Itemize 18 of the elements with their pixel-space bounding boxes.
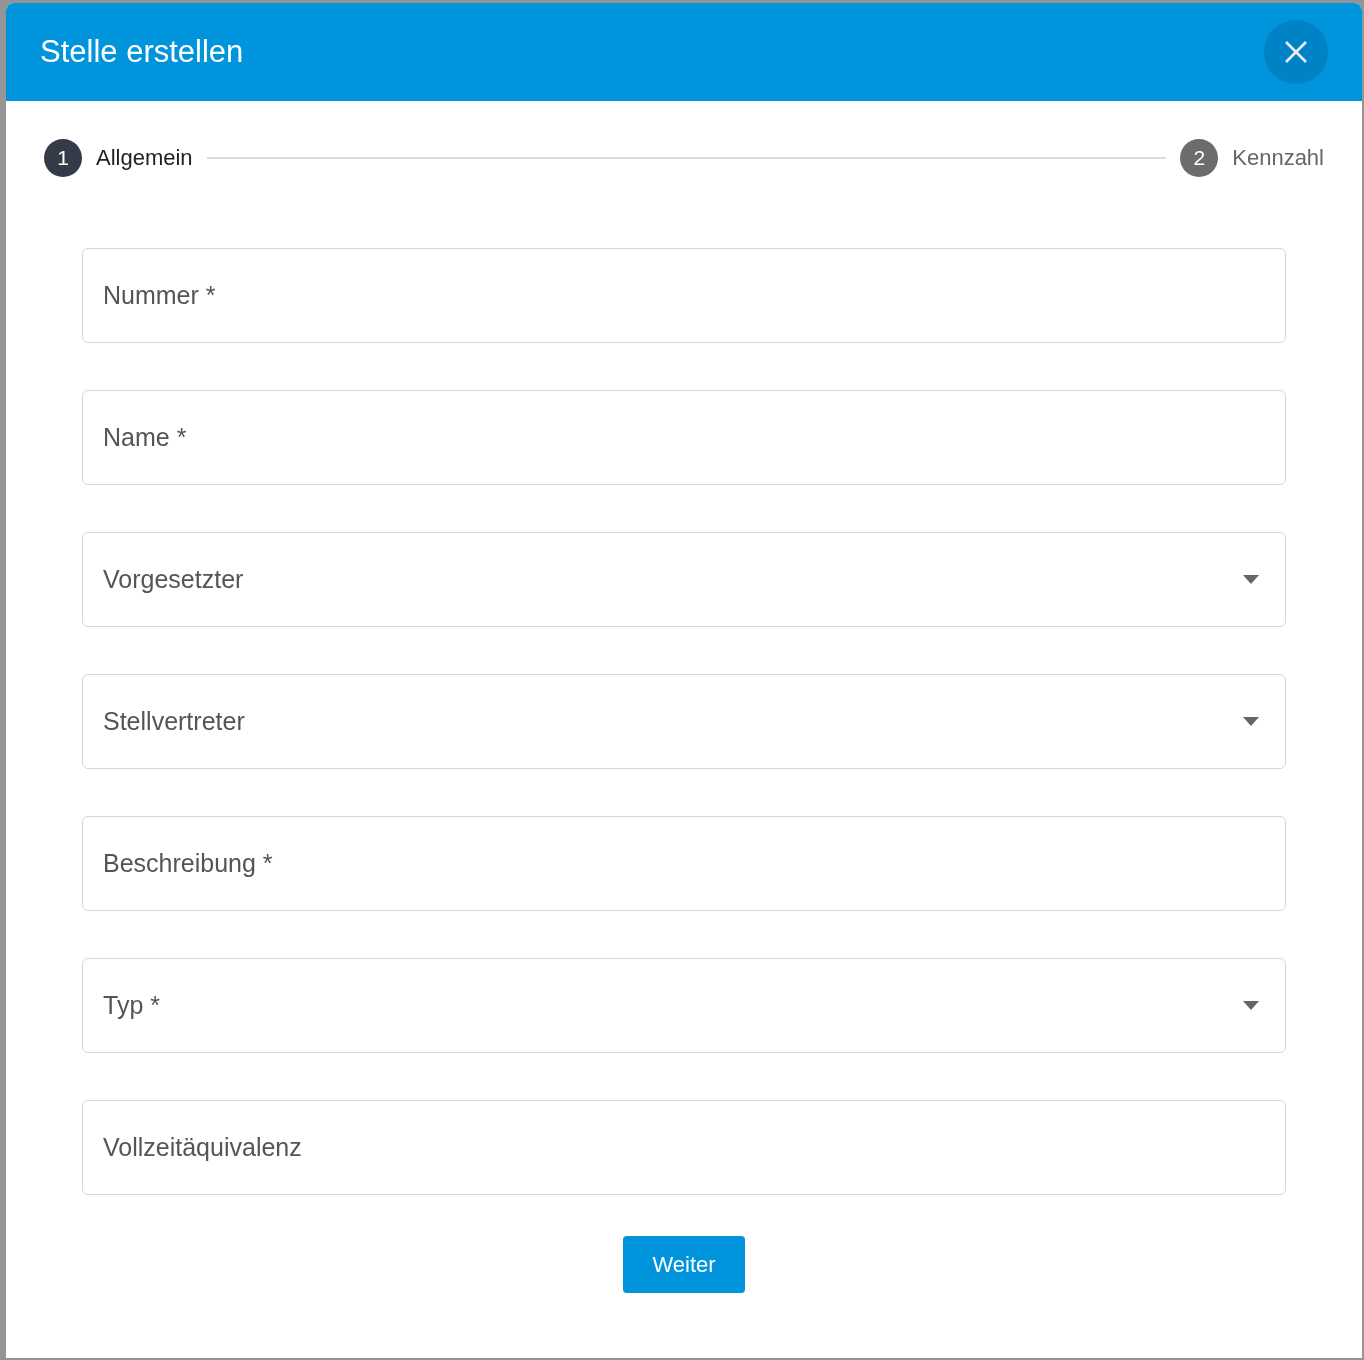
caret-icon: [1243, 717, 1259, 726]
step-number: 1: [44, 139, 82, 177]
input-field[interactable]: Beschreibung *: [82, 816, 1286, 911]
stepper-step[interactable]: 2 Kennzahl: [1180, 139, 1324, 177]
input-field[interactable]: Name *: [82, 390, 1286, 485]
close-icon: [1284, 40, 1308, 64]
dropdown[interactable]: Typ *: [82, 958, 1286, 1053]
input-field[interactable]: Vollzeitäquivalenz: [82, 1100, 1286, 1195]
stepper-step[interactable]: 1 Allgemein: [44, 139, 193, 177]
step-label: Kennzahl: [1232, 145, 1324, 171]
caret-icon: [1243, 575, 1259, 584]
dropdown[interactable]: Vorgesetzter: [82, 532, 1286, 627]
dropdown[interactable]: Stellvertreter: [82, 674, 1286, 769]
dialog-title: Stelle erstellen: [40, 34, 244, 70]
step-number: 2: [1180, 139, 1219, 177]
step-label: Allgemein: [96, 145, 193, 171]
caret-icon: [1243, 1001, 1259, 1010]
input-field[interactable]: Nummer *: [82, 248, 1286, 343]
